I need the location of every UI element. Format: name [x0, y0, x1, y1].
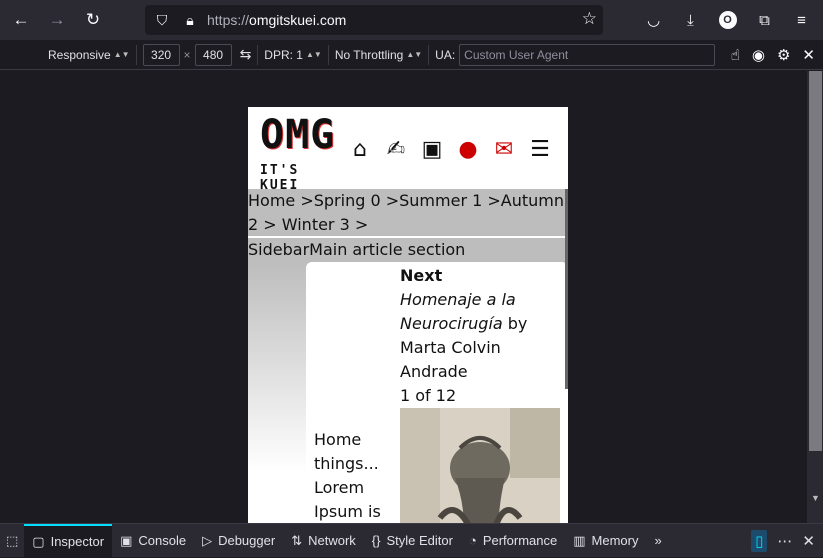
tab-style-editor[interactable]: {} Style Editor [364, 524, 461, 558]
divider [428, 44, 430, 65]
shield-icon[interactable]: ⛉ [151, 9, 173, 31]
more-options-icon[interactable]: ⋯ [777, 532, 792, 550]
element-picker-icon[interactable]: ⬚ [0, 524, 24, 558]
scroll-down-arrow-icon[interactable]: ▼ [811, 493, 820, 503]
height-input[interactable]: 480 [194, 43, 232, 66]
updown-icon: ▲▼ [406, 50, 423, 59]
slide-counter: 1 of 12 [400, 386, 457, 405]
tab-performance[interactable]: ◔ Performance [461, 524, 565, 558]
throttling-selector[interactable]: No Throttling ▲▼ [335, 48, 422, 62]
updown-icon: ▲▼ [305, 50, 322, 59]
touch-simulation-icon[interactable]: ☝ [731, 46, 740, 64]
memory-icon: ▥ [573, 532, 586, 548]
info-icon[interactable]: ● [452, 133, 484, 165]
network-icon: ⇅ [291, 532, 303, 548]
artwork-title: Homenaje a la Neurocirugía [400, 290, 516, 333]
settings-gear-icon[interactable]: ⚙ [777, 46, 790, 64]
site-header: OMG IT'S KUEI ⌂ ✍ ▣ ● ✉ ☰ [248, 107, 568, 193]
pocket-icon[interactable]: ◡ [640, 5, 667, 35]
blog-icon[interactable]: ✍ [380, 133, 412, 165]
style-editor-icon: {} [371, 533, 381, 548]
downloads-icon[interactable]: ⤓ [677, 5, 704, 35]
tab-memory[interactable]: ▥ Memory [565, 524, 646, 558]
menu-icon[interactable]: ≡ [788, 5, 815, 35]
scrollbar-thumb[interactable] [809, 71, 822, 451]
url-bar[interactable]: ⛉ 🔒︎ https://omgitskuei.com ☆ [145, 5, 603, 35]
tab-console[interactable]: ▣ Console [112, 524, 194, 558]
debugger-icon: ▷ [202, 532, 213, 548]
inspector-icon: ▢ [32, 533, 45, 549]
sidebar-main-label: SidebarMain article section [248, 238, 568, 262]
page-scrollbar[interactable] [565, 189, 568, 389]
reload-button[interactable]: ↻ [78, 5, 108, 35]
sculpture-image[interactable] [400, 408, 560, 523]
close-rdm-icon[interactable]: ✕ [802, 46, 815, 64]
url-text[interactable]: https://omgitskuei.com [207, 12, 346, 28]
contact-icon[interactable]: ✉ [488, 133, 520, 165]
back-button[interactable]: ← [6, 5, 36, 35]
browser-toolbar: ← → ↻ ⛉ 🔒︎ https://omgitskuei.com ☆ ◡ ⤓ … [0, 0, 823, 40]
more-tabs-icon[interactable]: » [646, 524, 669, 558]
forward-button[interactable]: → [42, 5, 72, 35]
gallery-icon[interactable]: ▣ [416, 133, 448, 165]
dpr-selector[interactable]: DPR: 1 ▲▼ [264, 48, 322, 62]
updown-icon: ▲▼ [113, 50, 130, 59]
divider [327, 44, 329, 65]
bookmark-star-icon[interactable]: ☆ [582, 9, 597, 29]
article-preview-text: Home things... Lorem Ipsum is [314, 430, 381, 521]
content-area: Next Homenaje a la Neurocirugía by Marta… [248, 262, 568, 523]
rdm-viewport-area: OMG IT'S KUEI ⌂ ✍ ▣ ● ✉ ☰ Home >Spring 0… [0, 71, 823, 523]
extensions-icon[interactable]: ⧉ [751, 5, 778, 35]
console-icon: ▣ [120, 532, 133, 548]
divider [257, 44, 259, 65]
rotate-icon[interactable]: ⇆ [240, 46, 252, 63]
tab-network[interactable]: ⇅ Network [283, 524, 364, 558]
screenshot-icon[interactable]: ◉ [752, 46, 765, 64]
responsive-toolbar: Responsive ▲▼ 320 × 480 ⇆ DPR: 1 ▲▼ No Thr… [0, 40, 823, 70]
next-label: Next [400, 266, 443, 285]
device-selector[interactable]: Responsive ▲▼ [48, 48, 130, 62]
next-article[interactable]: Next Homenaje a la Neurocirugía by Marta… [400, 264, 562, 408]
close-devtools-icon[interactable]: ✕ [802, 532, 815, 550]
divider [135, 44, 137, 65]
devtools-tabbar: ⬚ ▢ Inspector ▣ Console ▷ Debugger ⇅ Network… [0, 523, 823, 558]
site-logo[interactable]: OMG IT'S KUEI [260, 115, 338, 193]
tab-debugger[interactable]: ▷ Debugger [194, 524, 283, 558]
times-icon: × [183, 47, 191, 62]
settings-sliders-icon[interactable]: ☰ [524, 133, 556, 165]
device-viewport[interactable]: OMG IT'S KUEI ⌂ ✍ ▣ ● ✉ ☰ Home >Spring 0… [248, 107, 568, 523]
width-input[interactable]: 320 [142, 43, 180, 66]
account-avatar[interactable]: O [714, 5, 741, 35]
performance-icon: ◔ [468, 533, 477, 548]
outer-scrollbar[interactable]: ▼ [807, 71, 823, 523]
tab-inspector[interactable]: ▢ Inspector [24, 523, 113, 558]
user-agent-input[interactable]: Custom User Agent [459, 43, 716, 66]
home-icon[interactable]: ⌂ [344, 133, 376, 165]
ua-label: UA: [435, 47, 456, 62]
article-card: Next Homenaje a la Neurocirugía by Marta… [306, 262, 568, 523]
lock-icon[interactable]: 🔒︎ [179, 9, 201, 31]
responsive-mode-toggle-icon[interactable]: ▯ [751, 530, 768, 552]
breadcrumb[interactable]: Home >Spring 0 >Summer 1 >Autumn 2 > Win… [248, 189, 568, 238]
